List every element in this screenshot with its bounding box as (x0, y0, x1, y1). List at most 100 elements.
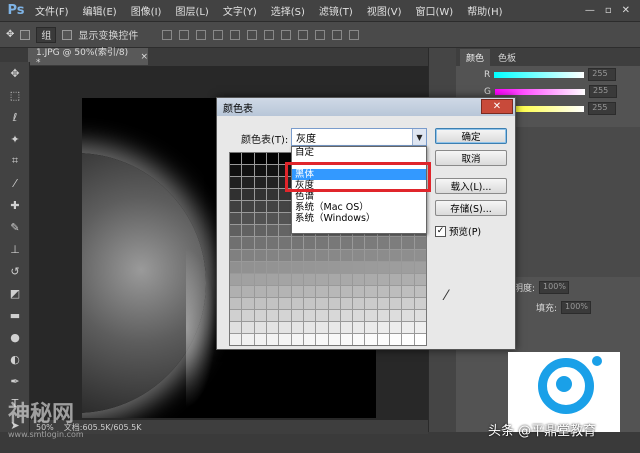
color-swatch[interactable] (414, 333, 426, 345)
color-swatch[interactable] (230, 309, 242, 321)
color-swatch[interactable] (242, 273, 254, 285)
color-swatch[interactable] (266, 189, 279, 201)
document-tab[interactable]: 1.JPG @ 50%(索引/8) * × (28, 48, 148, 68)
eyedropper-tool-icon[interactable]: ⁄ (0, 172, 30, 194)
color-swatch[interactable] (414, 297, 426, 309)
minimize-icon[interactable]: — (585, 5, 595, 16)
menu-type[interactable]: 文字(Y) (216, 3, 264, 18)
dialog-close-button[interactable]: ✕ (481, 99, 513, 114)
color-swatch[interactable] (266, 261, 279, 273)
color-swatch[interactable] (279, 225, 291, 237)
color-swatch[interactable] (390, 261, 402, 273)
color-swatch[interactable] (230, 321, 242, 333)
color-swatch[interactable] (365, 237, 377, 249)
color-swatch[interactable] (402, 333, 414, 345)
align-top-icon[interactable] (162, 29, 173, 40)
color-swatch[interactable] (242, 189, 254, 201)
color-swatch[interactable] (316, 273, 328, 285)
color-swatch[interactable] (242, 177, 254, 189)
color-table-select[interactable]: 灰度 ▼ (291, 128, 427, 146)
color-swatch[interactable] (340, 285, 353, 297)
slider-b-value[interactable]: 255 (588, 102, 617, 115)
color-swatch[interactable] (316, 285, 328, 297)
color-swatch[interactable] (353, 309, 365, 321)
color-swatch[interactable] (328, 333, 340, 345)
color-swatch[interactable] (242, 165, 254, 177)
distribute-right-icon[interactable] (349, 29, 360, 40)
color-swatch[interactable] (254, 225, 266, 237)
color-swatch[interactable] (402, 261, 414, 273)
color-swatch[interactable] (266, 213, 279, 225)
align-left-icon[interactable] (213, 29, 224, 40)
color-swatch[interactable] (390, 321, 402, 333)
menu-edit[interactable]: 编辑(E) (76, 3, 124, 18)
color-swatch[interactable] (230, 249, 242, 261)
color-swatch[interactable] (254, 333, 266, 345)
color-swatch[interactable] (266, 177, 279, 189)
color-swatch[interactable] (414, 261, 426, 273)
color-swatch[interactable] (377, 297, 390, 309)
color-swatch[interactable] (230, 213, 242, 225)
blur-tool-icon[interactable]: ● (0, 326, 30, 348)
color-swatch[interactable] (365, 297, 377, 309)
align-right-icon[interactable] (247, 29, 258, 40)
color-swatch[interactable] (377, 237, 390, 249)
menu-image[interactable]: 图像(I) (124, 3, 169, 18)
slider-g-track[interactable] (494, 88, 585, 95)
color-swatch[interactable] (377, 333, 390, 345)
color-swatch[interactable] (303, 309, 316, 321)
color-swatch[interactable] (242, 213, 254, 225)
color-swatch[interactable] (316, 237, 328, 249)
color-swatch[interactable] (254, 285, 266, 297)
color-swatch[interactable] (402, 321, 414, 333)
color-swatch[interactable] (242, 321, 254, 333)
menu-window[interactable]: 窗口(W) (408, 3, 460, 18)
color-swatch[interactable] (340, 237, 353, 249)
dropdown-option-custom[interactable]: 自定 (292, 147, 426, 158)
color-swatch[interactable] (414, 273, 426, 285)
dropdown-option-system-mac[interactable]: 系统（Mac OS） (292, 202, 426, 213)
color-swatch[interactable] (377, 261, 390, 273)
color-swatch[interactable] (266, 273, 279, 285)
close-icon[interactable]: ✕ (622, 5, 630, 16)
dropdown-option-spectrum[interactable]: 色谱 (292, 191, 426, 202)
color-swatch[interactable] (340, 261, 353, 273)
transform-controls-checkbox[interactable] (62, 29, 73, 40)
color-swatch[interactable] (291, 285, 303, 297)
color-swatch[interactable] (230, 165, 242, 177)
color-swatch[interactable] (279, 261, 291, 273)
align-group-select[interactable]: 组 (36, 26, 57, 43)
color-swatch[interactable] (328, 261, 340, 273)
color-swatch[interactable] (390, 333, 402, 345)
color-swatch[interactable] (279, 297, 291, 309)
menu-view[interactable]: 视图(V) (360, 3, 409, 18)
color-swatch[interactable] (230, 297, 242, 309)
color-swatch[interactable] (266, 153, 279, 165)
slider-r-value[interactable]: 255 (588, 68, 617, 81)
color-swatch[interactable] (266, 165, 279, 177)
color-swatch[interactable] (254, 321, 266, 333)
color-swatch[interactable] (328, 249, 340, 261)
color-swatch[interactable] (266, 309, 279, 321)
color-swatch[interactable] (316, 249, 328, 261)
color-swatch[interactable] (340, 333, 353, 345)
dodge-tool-icon[interactable]: ◐ (0, 348, 30, 370)
color-swatch[interactable] (390, 249, 402, 261)
color-swatch[interactable] (340, 309, 353, 321)
color-swatch[interactable] (390, 237, 402, 249)
chevron-down-icon[interactable]: ▼ (412, 129, 426, 145)
color-swatch[interactable] (365, 249, 377, 261)
color-swatch[interactable] (266, 285, 279, 297)
color-swatch[interactable] (279, 321, 291, 333)
color-swatch[interactable] (279, 285, 291, 297)
color-swatch[interactable] (291, 297, 303, 309)
menu-filter[interactable]: 滤镜(T) (312, 3, 360, 18)
color-swatch[interactable] (377, 273, 390, 285)
color-swatch[interactable] (254, 297, 266, 309)
color-swatch[interactable] (254, 261, 266, 273)
color-swatch[interactable] (230, 273, 242, 285)
color-swatch[interactable] (254, 153, 266, 165)
color-swatch[interactable] (328, 273, 340, 285)
dropdown-option-system-windows[interactable]: 系统（Windows） (292, 213, 426, 224)
color-swatch[interactable] (353, 273, 365, 285)
